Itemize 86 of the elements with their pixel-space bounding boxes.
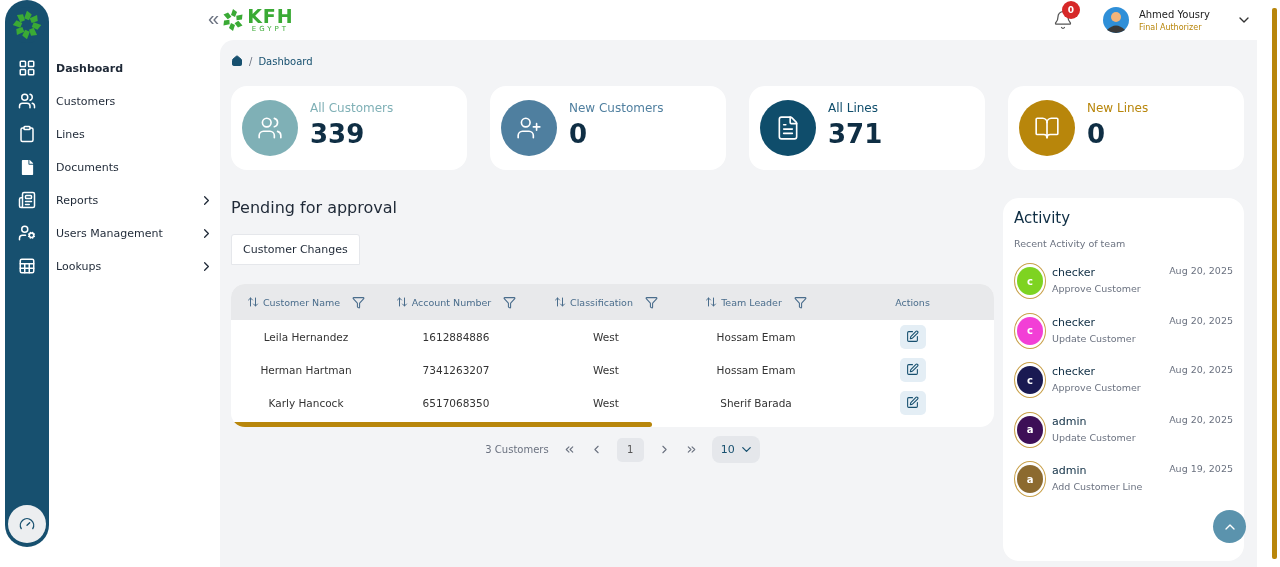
logo-icon [221, 8, 246, 32]
activity-date: Aug 20, 2025 [1169, 413, 1233, 425]
table-cell: West [593, 330, 619, 343]
home-icon[interactable] [231, 55, 243, 67]
avatar-icon[interactable] [1102, 7, 1129, 33]
table-cell: West [593, 363, 619, 376]
sort-icon[interactable] [395, 296, 408, 308]
edit-icon [906, 330, 919, 343]
record-count: 3 Customers [485, 444, 549, 455]
activity-action: Update Customer [1052, 431, 1137, 443]
edit-icon [906, 396, 919, 409]
activity-action: Approve Customer [1052, 382, 1142, 393]
activity-action: Update Customer [1052, 332, 1137, 344]
sidebar-item[interactable]: Reports [56, 194, 99, 207]
activity-title: Activity [1014, 209, 1072, 227]
avatar-initial: c [1017, 267, 1043, 295]
logo-text: KFH [247, 7, 294, 26]
edit-button[interactable] [899, 390, 926, 415]
avatar-initial: a [1017, 415, 1043, 444]
table-cell: Karly Hancock [268, 396, 344, 409]
filter-icon[interactable] [352, 295, 366, 309]
stat-label: All Customers [310, 101, 394, 115]
table-cell: 1612884886 [422, 330, 490, 343]
stat-label: New Customers [569, 101, 664, 115]
stat-value: 0 [569, 119, 589, 149]
stat-value: 339 [310, 119, 366, 149]
section-title: Pending for approval [231, 198, 398, 217]
column-header: Customer Name [262, 296, 341, 308]
sort-icon[interactable] [705, 296, 718, 308]
column-header: Classification [570, 296, 633, 308]
avatar-initial: a [1017, 465, 1043, 493]
column-header: Team Leader [721, 296, 782, 308]
stat-label: New Lines [1087, 101, 1149, 115]
activity-date: Aug 20, 2025 [1169, 314, 1233, 326]
sidebar-item[interactable]: Users Management [56, 227, 163, 240]
activity-subtitle: Recent Activity of team [1014, 238, 1127, 249]
page-size-dropdown[interactable]: 10 [711, 436, 760, 463]
table-cell: Hossam Emam [716, 363, 796, 376]
activity-action: Add Customer Line [1052, 481, 1144, 492]
table-cell: Leila Hernandez [263, 330, 349, 343]
edit-icon [906, 363, 919, 376]
breadcrumb-item[interactable]: Dashboard [258, 55, 313, 67]
table-cell: Sherif Barada [720, 396, 792, 409]
sidebar-item[interactable]: Lookups [56, 260, 102, 273]
stat-value: 0 [1087, 119, 1107, 149]
breadcrumb-separator: / [249, 55, 253, 67]
notification-badge: 0 [1061, 1, 1080, 19]
column-header: Actions [895, 296, 930, 308]
table-cell: West [593, 396, 619, 409]
edit-button[interactable] [899, 324, 926, 349]
activity-user: admin [1052, 414, 1088, 428]
scroll-top-button[interactable] [1213, 510, 1246, 543]
page-button[interactable]: 1 [616, 437, 644, 462]
activity-action: Approve Customer [1052, 283, 1142, 294]
sort-icon[interactable] [554, 296, 567, 308]
table-cell: Hossam Emam [716, 330, 796, 343]
activity-date: Aug 20, 2025 [1169, 364, 1233, 375]
activity-user: checker [1052, 266, 1097, 279]
sort-icon[interactable] [246, 296, 259, 308]
user-role: Final Authorizer [1138, 22, 1203, 32]
column-header: Account Number [411, 296, 492, 308]
stat-label: All Lines [828, 101, 879, 115]
gauge-icon [19, 516, 35, 532]
stat-value: 371 [828, 119, 883, 149]
avatar-initial: c [1017, 316, 1043, 345]
sidebar-item[interactable]: Customers [56, 95, 116, 108]
collapse-button[interactable]: « [208, 6, 222, 34]
sidebar-item[interactable]: Dashboard [56, 62, 124, 75]
filter-icon[interactable] [793, 295, 807, 309]
table-cell: Herman Hartman [260, 363, 352, 376]
sidebar-item[interactable]: Lines [56, 128, 85, 141]
filter-icon[interactable] [644, 295, 658, 309]
activity-user: admin [1052, 464, 1088, 477]
sidebar-item[interactable]: Documents [56, 161, 119, 174]
gauge-button[interactable] [8, 505, 46, 543]
activity-date: Aug 19, 2025 [1169, 463, 1233, 474]
filter-icon[interactable] [503, 295, 517, 309]
edit-button[interactable] [899, 357, 926, 382]
activity-date: Aug 20, 2025 [1169, 265, 1233, 276]
table-cell: 7341263207 [422, 363, 490, 376]
tab[interactable]: Customer Changes [231, 234, 360, 265]
table-cell: 6517068350 [422, 396, 490, 409]
activity-user: checker [1052, 365, 1097, 378]
activity-user: checker [1052, 315, 1097, 329]
user-name: Ahmed Yousry [1138, 8, 1210, 20]
avatar-initial: c [1017, 366, 1043, 394]
